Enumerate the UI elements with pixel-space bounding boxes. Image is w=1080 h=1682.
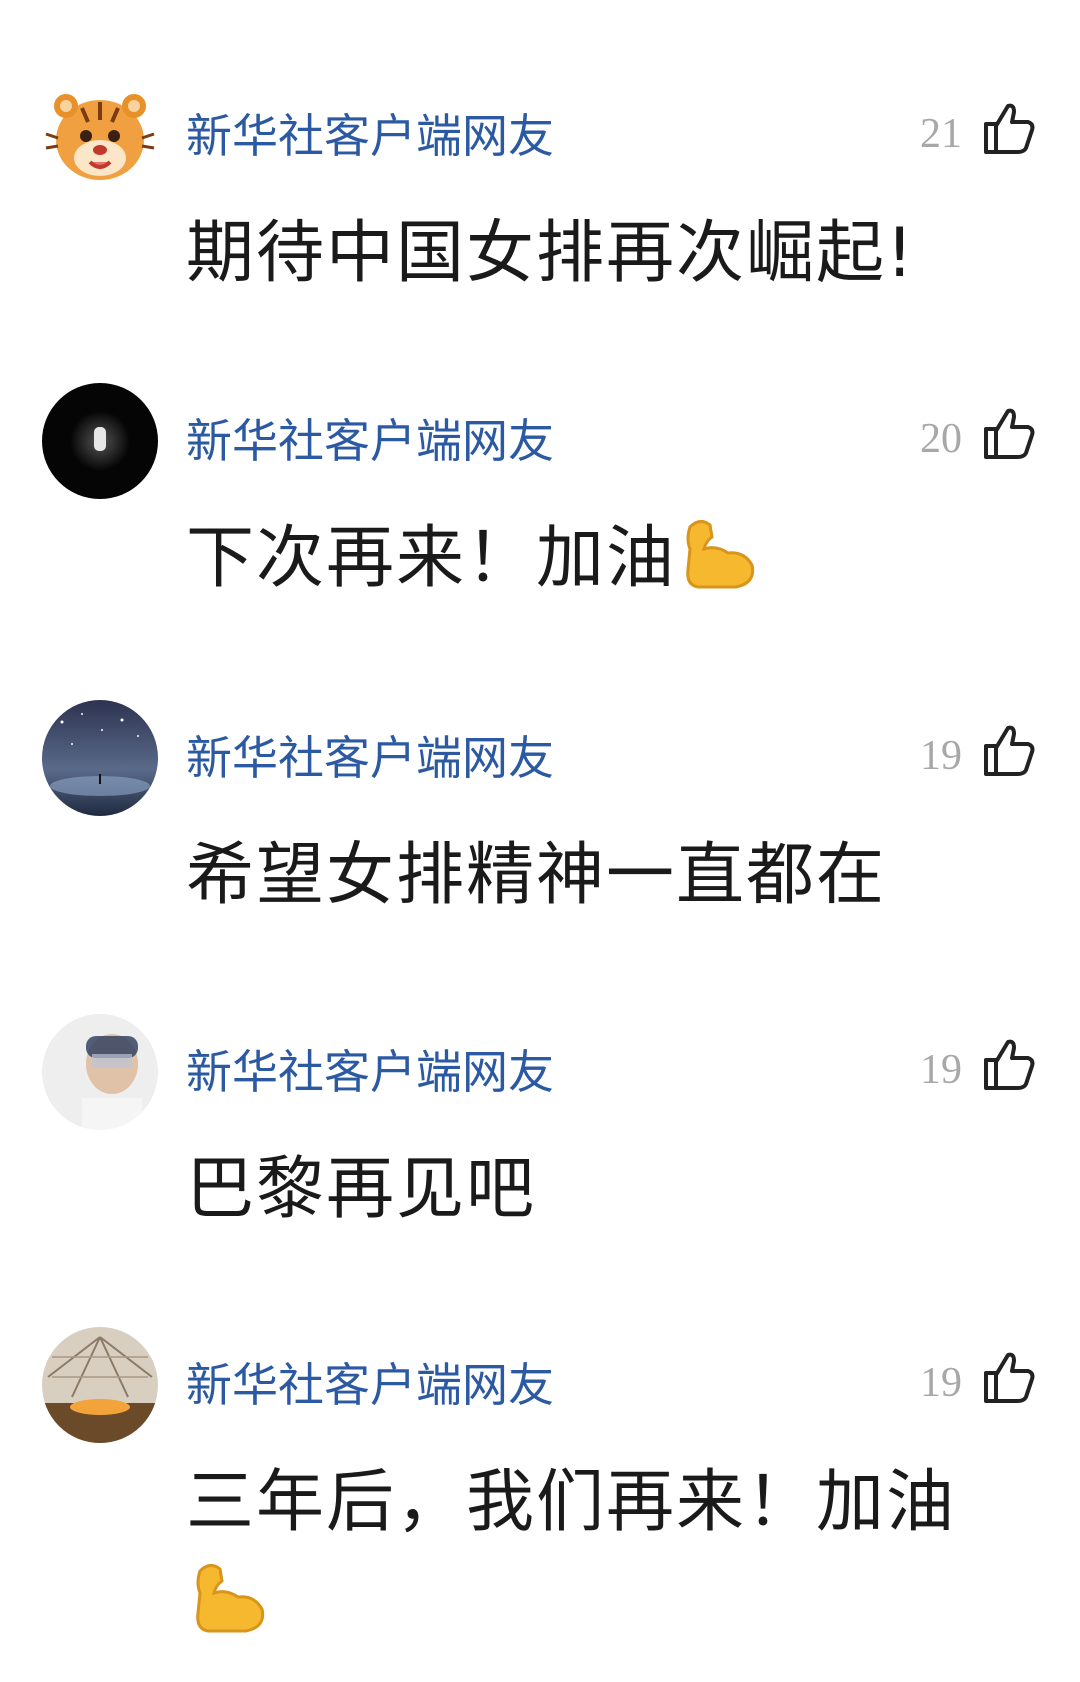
comment-text: 巴黎再见吧 [186, 1140, 1016, 1240]
comment-text: 期待中国女排再次崛起! [186, 204, 1016, 304]
comment-text: 三年后，我们再来！加油 [186, 1453, 976, 1653]
username[interactable]: 新华社客户端网友 [186, 413, 554, 469]
thumbs-up-icon[interactable] [980, 722, 1038, 780]
comment-item: 新华社客户端网友 21 期待中国女排再次崛起! [0, 78, 1080, 391]
thumbs-up-icon[interactable] [980, 405, 1038, 463]
starry-sky-avatar[interactable] [42, 700, 158, 816]
thumbs-up-icon[interactable] [980, 100, 1038, 158]
comment-item: 新华社客户端网友 19 巴黎再见吧 [0, 1014, 1080, 1327]
like-count: 19 [920, 1360, 962, 1406]
like-count: 20 [920, 416, 962, 462]
flexed-biceps-icon [186, 1553, 270, 1637]
comment-text-content: 三年后，我们再来！加油 [186, 1463, 957, 1542]
comment-text-content: 下次再来！加油 [186, 519, 677, 598]
thumbs-up-icon[interactable] [980, 1349, 1038, 1407]
flexed-biceps-icon [676, 509, 760, 593]
like-count: 19 [920, 733, 962, 779]
building-interior-avatar[interactable] [42, 1327, 158, 1443]
like-count: 19 [920, 1047, 962, 1093]
comment-text-content: 期待中国女排再次崛起! [186, 214, 916, 293]
username[interactable]: 新华社客户端网友 [186, 730, 554, 786]
comment-text-content: 巴黎再见吧 [186, 1150, 537, 1229]
comment-item: 新华社客户端网友 19 希望女排精神一直都在 [0, 700, 1080, 1013]
comment-item: 新华社客户端网友 20 下次再来！加油 [0, 383, 1080, 696]
like-count: 21 [920, 111, 962, 157]
comment-list: 新华社客户端网友 21 期待中国女排再次崛起! 新华社客户端网友 20 下次再来… [0, 0, 1080, 1682]
comment-item: 新华社客户端网友 19 三年后，我们再来！加油 [0, 1327, 1080, 1682]
person-photo-avatar[interactable] [42, 1014, 158, 1130]
username[interactable]: 新华社客户端网友 [186, 1044, 554, 1100]
comment-text: 下次再来！加油 [186, 509, 1016, 609]
comment-text: 希望女排精神一直都在 [186, 826, 1016, 926]
username[interactable]: 新华社客户端网友 [186, 108, 554, 164]
thumbs-up-icon[interactable] [980, 1036, 1038, 1094]
username[interactable]: 新华社客户端网友 [186, 1357, 554, 1413]
tiger-cartoon-avatar[interactable] [42, 78, 158, 194]
dark-window-avatar[interactable] [42, 383, 158, 499]
comment-text-content: 希望女排精神一直都在 [186, 836, 887, 915]
